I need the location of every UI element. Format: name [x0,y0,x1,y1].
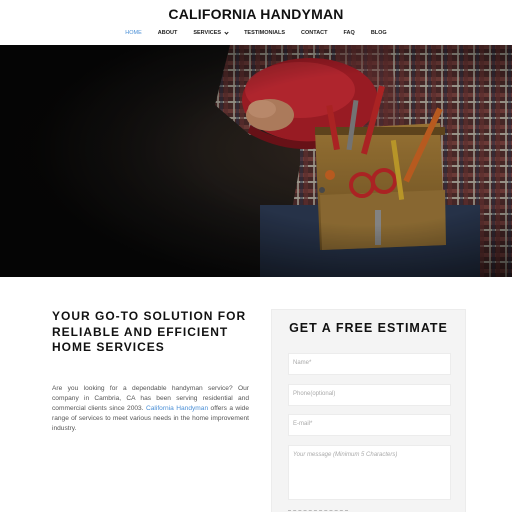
handyman-illustration [0,45,512,277]
nav-item-testimonials[interactable]: TESTIMONIALS [236,30,293,36]
company-link[interactable]: California Handyman [146,405,208,412]
phone-field[interactable]: Phone(optional) [288,384,451,406]
site-title[interactable]: CALIFORNIA HANDYMAN [0,6,512,22]
chevron-down-icon [224,29,229,35]
nav-label: SERVICES [193,30,222,36]
nav-label: CONTACT [301,30,328,36]
nav-label: ABOUT [157,30,178,36]
email-field[interactable]: E-mail* [288,414,451,436]
hero-image [0,45,512,277]
name-field[interactable]: Name* [288,353,451,375]
main-nav: HOME ABOUT SERVICES TESTIMONIALS CONTACT… [0,29,512,36]
nav-label: FAQ [343,30,355,36]
nav-item-contact[interactable]: CONTACT [293,30,335,36]
nav-item-about[interactable]: ABOUT [150,30,186,36]
page-headline: YOUR GO-TO SOLUTION FOR RELIABLE AND EFF… [52,309,247,354]
nav-label: HOME [125,30,142,36]
site-header: CALIFORNIA HANDYMAN HOME ABOUT SERVICES … [0,0,512,45]
nav-item-home[interactable]: HOME [117,30,150,36]
nav-label: BLOG [370,30,387,36]
message-field[interactable]: Your message (Minimum 5 Characters) [288,445,451,500]
nav-item-faq[interactable]: FAQ [336,30,363,36]
nav-item-blog[interactable]: BLOG [363,30,395,36]
form-title: GET A FREE ESTIMATE [289,321,448,335]
nav-item-services[interactable]: SERVICES [185,29,236,36]
intro-paragraph: Are you looking for a dependable handyma… [52,384,249,434]
nav-label: TESTIMONIALS [244,30,286,36]
estimate-form: GET A FREE ESTIMATE Name* Phone(optional… [271,309,466,512]
